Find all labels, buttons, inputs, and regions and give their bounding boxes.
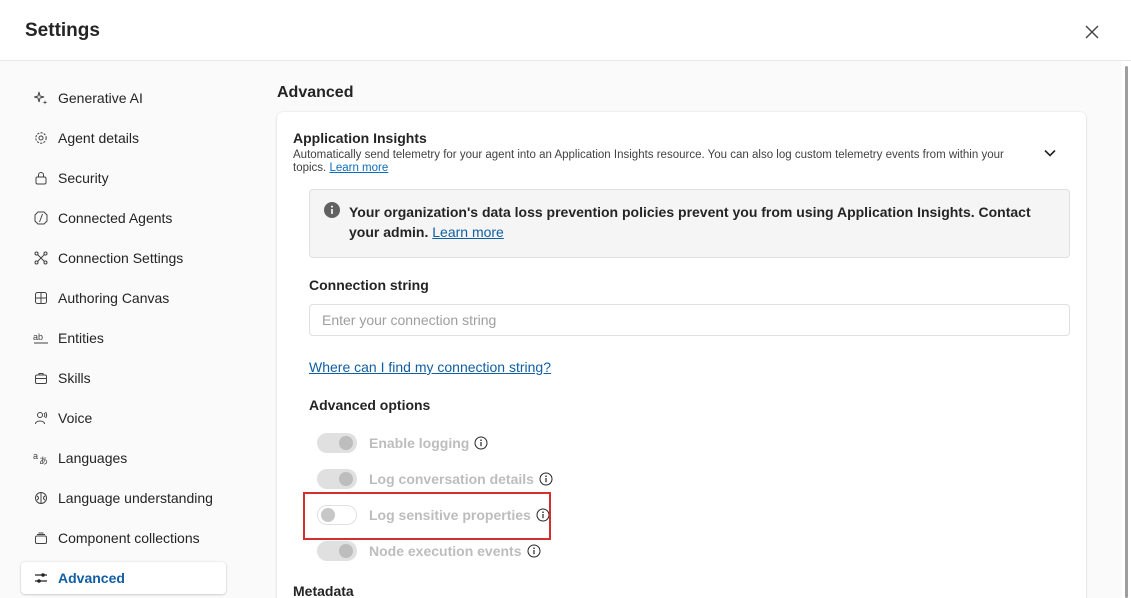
app-insights-description-text: Automatically send telemetry for your ag… [293,149,1004,174]
dlp-learn-more-link[interactable]: Learn more [432,224,504,240]
brain-icon [33,490,49,506]
briefcase-icon [33,370,49,386]
close-icon [1085,25,1099,39]
sidebar-item-voice[interactable]: Voice [21,402,226,434]
app-insights-title: Application Insights [293,130,427,146]
sidebar-item-connection-settings[interactable]: Connection Settings [21,242,226,274]
sidebar-item-connected-agents[interactable]: Connected Agents [21,202,226,234]
info-icon[interactable] [474,436,488,450]
log-conversation-details-toggle[interactable] [317,469,357,489]
collapse-button[interactable] [1040,143,1060,163]
connection-string-input[interactable] [309,304,1070,336]
close-button[interactable] [1080,20,1104,44]
connection-string-help-link[interactable]: Where can I find my connection string? [309,359,551,375]
connection-icon [33,250,49,266]
sidebar-item-generative-ai[interactable]: Generative AI [21,82,226,114]
sidebar-item-label: Entities [58,330,104,346]
voice-icon [33,410,49,426]
sidebar-item-label: Advanced [58,570,125,586]
log-conversation-details-row: Log conversation details [317,469,553,489]
enable-logging-toggle[interactable] [317,433,357,453]
app-insights-description: Automatically send telemetry for your ag… [293,149,1023,174]
sidebar-item-label: Component collections [58,530,200,546]
info-filled-icon [324,202,340,218]
sidebar-item-language-understanding[interactable]: Language understanding [21,482,226,514]
collection-icon [33,530,49,546]
sidebar-item-label: Languages [58,450,128,466]
connection-string-label: Connection string [309,277,429,293]
node-execution-events-row: Node execution events [317,541,541,561]
sidebar-item-security[interactable]: Security [21,162,226,194]
settings-header: Settings [0,0,1131,61]
svg-text:あ: あ [39,456,48,465]
sidebar-item-label: Agent details [58,130,139,146]
gear-icon [33,130,49,146]
sidebar-item-entities[interactable]: ab Entities [21,322,226,354]
enable-logging-label: Enable logging [369,435,470,451]
sidebar-item-label: Security [58,170,109,186]
lock-icon [33,170,49,186]
entities-icon: ab [33,330,49,346]
app-insights-learn-more-link[interactable]: Learn more [329,162,388,174]
sidebar-item-label: Connected Agents [58,210,173,226]
info-icon[interactable] [539,472,553,486]
section-title: Advanced [277,84,354,101]
chevron-down-icon [1044,149,1056,157]
sidebar-item-languages[interactable]: aあ Languages [21,442,226,474]
sidebar-item-authoring-canvas[interactable]: Authoring Canvas [21,282,226,314]
highlight-box [303,492,551,540]
sidebar-item-label: Authoring Canvas [58,290,170,306]
translate-icon: aあ [33,450,49,466]
sidebar-item-label: Connection Settings [58,250,184,266]
metadata-label: Metadata [293,583,354,598]
sidebar-item-agent-details[interactable]: Agent details [21,122,226,154]
svg-text:a: a [33,451,38,461]
sidebar-item-label: Voice [58,410,93,426]
sliders-icon [33,570,49,586]
connected-agents-icon [33,210,49,226]
sidebar-item-label: Skills [58,370,91,386]
scrollbar-thumb[interactable] [1125,66,1128,598]
info-icon[interactable] [527,544,541,558]
enable-logging-row: Enable logging [317,433,488,453]
sparkle-icon [33,90,49,106]
node-execution-events-label: Node execution events [369,543,522,559]
sidebar-item-label: Generative AI [58,90,143,106]
sidebar-item-label: Language understanding [58,490,213,506]
svg-text:ab: ab [33,332,43,342]
node-execution-events-toggle[interactable] [317,541,357,561]
dlp-warning-message: Your organization's data loss prevention… [349,202,1049,242]
grid-icon [33,290,49,306]
advanced-options-label: Advanced options [309,397,431,413]
page-title: Settings [25,20,100,41]
log-conversation-details-label: Log conversation details [369,471,534,487]
sidebar-item-advanced[interactable]: Advanced [21,562,226,594]
sidebar-item-skills[interactable]: Skills [21,362,226,394]
sidebar-item-component-collections[interactable]: Component collections [21,522,226,554]
